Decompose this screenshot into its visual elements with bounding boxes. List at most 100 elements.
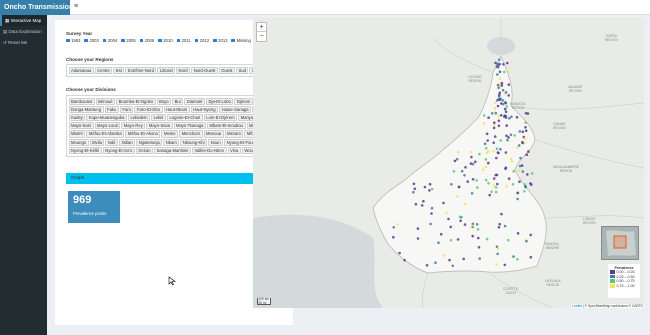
prevalence-point[interactable]	[488, 193, 491, 197]
prevalence-point[interactable]	[498, 58, 501, 62]
prevalence-point[interactable]	[518, 180, 521, 183]
prevalence-point[interactable]	[516, 191, 520, 195]
division-chip[interactable]: Haut-Nyong	[190, 105, 219, 113]
prevalence-point[interactable]	[510, 115, 513, 118]
division-chip[interactable]: Nyong-Et-Kéllé	[68, 146, 102, 154]
prevalence-point[interactable]	[524, 185, 527, 189]
prevalence-point[interactable]	[481, 168, 485, 171]
prevalence-point[interactable]	[520, 164, 524, 167]
division-chip[interactable]: Mbam-Et-Inoubou	[206, 122, 246, 130]
division-chip[interactable]: Haute-Sanaga	[219, 105, 252, 113]
prevalence-point[interactable]	[484, 158, 488, 161]
prevalence-point[interactable]	[501, 88, 505, 92]
prevalence-point[interactable]	[484, 165, 488, 169]
prevalence-point[interactable]	[475, 179, 478, 182]
prevalence-point[interactable]	[457, 150, 460, 154]
prevalence-point[interactable]	[425, 264, 429, 267]
year-checkbox[interactable]: 2006	[139, 38, 154, 44]
prevalence-point[interactable]	[494, 186, 498, 189]
prevalence-point[interactable]	[450, 183, 453, 186]
prevalence-point[interactable]	[512, 170, 515, 173]
division-chip[interactable]: Mayo-Sava	[146, 122, 173, 130]
prevalence-point[interactable]	[526, 112, 530, 115]
prevalence-point[interactable]	[495, 263, 498, 266]
division-chip[interactable]: Mbéré	[68, 130, 86, 138]
region-chip[interactable]: Littoral	[157, 66, 176, 74]
prevalence-point[interactable]	[487, 182, 490, 185]
prevalence-point[interactable]	[470, 224, 474, 228]
prevalence-point[interactable]	[497, 86, 500, 90]
prevalence-point[interactable]	[529, 255, 533, 259]
prevalence-point[interactable]	[502, 70, 506, 74]
prevalence-point[interactable]	[499, 114, 503, 117]
region-chip[interactable]: Est	[113, 66, 125, 74]
minimap[interactable]	[601, 226, 639, 260]
prevalence-point[interactable]	[430, 212, 433, 215]
prevalence-point[interactable]	[521, 170, 525, 173]
prevalence-point[interactable]	[484, 147, 488, 150]
sidebar-item-interactive-map[interactable]: ▦ Interactive Map	[0, 15, 47, 26]
prevalence-point[interactable]	[503, 114, 506, 117]
prevalence-point[interactable]	[445, 211, 448, 215]
prevalence-point[interactable]	[512, 255, 515, 258]
prevalence-point[interactable]	[456, 195, 459, 198]
prevalence-point[interactable]	[498, 222, 501, 226]
prevalence-point[interactable]	[398, 251, 401, 255]
division-chip[interactable]: Lebialem	[128, 113, 150, 122]
prevalence-point[interactable]	[430, 187, 434, 191]
prevalence-point[interactable]	[483, 142, 487, 145]
prevalence-point[interactable]	[476, 228, 480, 231]
prevalence-point[interactable]	[414, 202, 418, 206]
prevalence-point[interactable]	[515, 115, 519, 119]
prevalence-point[interactable]	[504, 167, 507, 170]
year-checkbox[interactable]: 2005	[121, 38, 136, 44]
prevalence-point[interactable]	[462, 257, 465, 261]
prevalence-point[interactable]	[490, 190, 493, 193]
prevalence-point[interactable]	[505, 124, 508, 127]
prevalence-point[interactable]	[498, 82, 501, 86]
prevalence-point[interactable]	[500, 84, 504, 87]
prevalence-point[interactable]	[420, 204, 424, 207]
prevalence-point[interactable]	[412, 190, 415, 194]
prevalence-point[interactable]	[507, 83, 511, 86]
prevalence-point[interactable]	[524, 126, 527, 129]
prevalence-point[interactable]	[482, 122, 486, 125]
division-chip[interactable]: Moungo	[68, 138, 89, 146]
prevalence-point[interactable]	[434, 261, 437, 264]
prevalence-point[interactable]	[497, 124, 501, 128]
prevalence-point[interactable]	[458, 215, 462, 219]
year-checkbox[interactable]: 2012	[194, 38, 209, 44]
region-chip[interactable]: Sud	[235, 66, 249, 74]
prevalence-point[interactable]	[392, 226, 395, 229]
prevalence-point[interactable]	[498, 62, 501, 66]
year-checkbox[interactable]: 2011	[176, 38, 191, 44]
prevalence-point[interactable]	[423, 185, 427, 189]
prevalence-point[interactable]	[501, 102, 505, 106]
prevalence-point[interactable]	[456, 238, 460, 241]
prevalence-point[interactable]	[502, 63, 505, 66]
prevalence-point[interactable]	[459, 219, 462, 223]
prevalence-point[interactable]	[448, 258, 451, 262]
prevalence-point[interactable]	[495, 147, 499, 150]
prevalence-point[interactable]	[487, 116, 490, 119]
prevalence-point[interactable]	[471, 162, 475, 166]
prevalence-point[interactable]	[496, 65, 500, 69]
prevalence-point[interactable]	[485, 237, 489, 241]
prevalence-point[interactable]	[500, 212, 503, 216]
prevalence-point[interactable]	[529, 233, 532, 237]
prevalence-point[interactable]	[494, 173, 498, 177]
prevalence-point[interactable]	[516, 258, 519, 261]
division-chip[interactable]: Dja-Et-Lobo	[206, 97, 234, 105]
prevalence-point[interactable]	[447, 217, 450, 221]
division-chip[interactable]: Nyong-Et-So'o	[102, 146, 135, 154]
division-chip[interactable]: Mezam	[224, 130, 244, 138]
prevalence-point[interactable]	[475, 223, 479, 226]
division-chip[interactable]: Menchum	[179, 130, 203, 138]
division-chip[interactable]: Donga-Mantung	[68, 105, 104, 113]
division-chip[interactable]: Vallée-Du-Ntem	[192, 146, 227, 154]
division-chip[interactable]: Méfou-Et-Akono	[125, 130, 161, 138]
prevalence-point[interactable]	[504, 151, 508, 154]
division-chip[interactable]: Djérem	[234, 97, 253, 105]
prevalence-point[interactable]	[497, 226, 501, 229]
prevalence-point[interactable]	[442, 201, 445, 205]
